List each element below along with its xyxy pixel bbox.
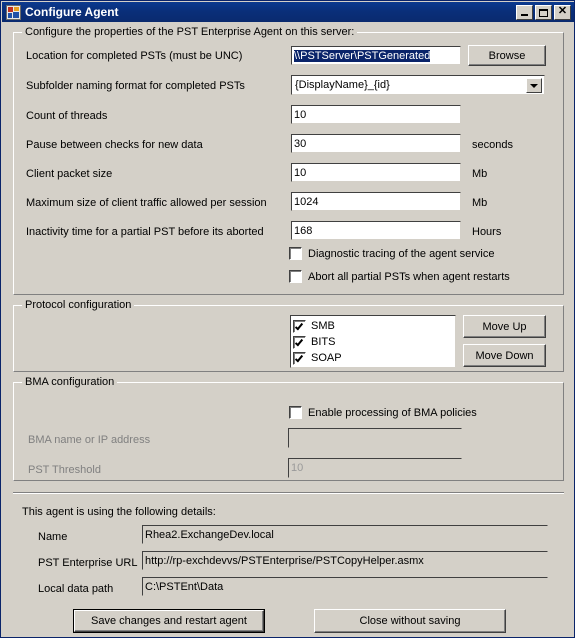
- window-title: Configure Agent: [25, 5, 119, 19]
- abort-partial-psts-checkbox-row[interactable]: Abort all partial PSTs when agent restar…: [289, 270, 510, 283]
- move-up-button-label: Move Up: [482, 320, 527, 333]
- max-client-traffic-input[interactable]: 1024: [291, 192, 461, 211]
- configure-agent-window: Configure Agent ✕ Configure the properti…: [0, 0, 575, 638]
- chevron-down-icon[interactable]: [526, 78, 542, 93]
- application-form-icon: [6, 4, 21, 20]
- label-location: Location for completed PSTs (must be UNC…: [26, 50, 243, 62]
- protocol-list[interactable]: SMB BITS SOAP: [290, 315, 456, 368]
- close-button[interactable]: ✕: [554, 4, 571, 20]
- local-data-path-field: C:\PSTEnt\Data: [142, 577, 548, 596]
- enable-bma-policies-checkbox-row[interactable]: Enable processing of BMA policies: [289, 406, 477, 419]
- label-pst-enterprise-url: PST Enterprise URL: [38, 557, 138, 569]
- label-pst-threshold: PST Threshold: [28, 464, 101, 476]
- max-client-traffic-value: 1024: [294, 196, 319, 208]
- local-data-path-value: C:\PSTEnt\Data: [145, 581, 224, 593]
- label-subfolder-format: Subfolder naming format for completed PS…: [26, 80, 245, 92]
- unit-seconds: seconds: [472, 139, 513, 151]
- list-item[interactable]: SMB: [293, 318, 453, 334]
- save-changes-button-label: Save changes and restart agent: [91, 615, 247, 627]
- maximize-button[interactable]: [535, 4, 552, 20]
- label-local-data-path: Local data path: [38, 583, 114, 595]
- list-item[interactable]: BITS: [293, 334, 453, 350]
- label-pause-between-checks: Pause between checks for new data: [26, 139, 203, 151]
- protocol-smb-label: SMB: [311, 320, 335, 332]
- minimize-button[interactable]: [516, 4, 533, 20]
- label-agent-name: Name: [38, 531, 68, 543]
- location-input-value: \\PSTServer\PSTGenerated: [294, 50, 431, 62]
- unit-mb-traffic: Mb: [472, 197, 488, 209]
- protocol-bits-checkbox[interactable]: [293, 335, 306, 349]
- bma-configuration-legend: BMA configuration: [22, 376, 118, 388]
- client-area: Configure the properties of the PST Ente…: [2, 22, 574, 637]
- thread-count-value: 10: [294, 109, 307, 121]
- protocol-bits-label: BITS: [311, 336, 336, 348]
- browse-button-label: Browse: [488, 49, 526, 62]
- agent-name-field: Rhea2.ExchangeDev.local: [142, 525, 548, 544]
- client-packet-size-input[interactable]: 10: [291, 163, 461, 182]
- diagnostic-tracing-checkbox[interactable]: [289, 247, 302, 260]
- unit-mb-packet: Mb: [472, 168, 488, 180]
- label-max-client-traffic: Maximum size of client traffic allowed p…: [26, 197, 267, 209]
- label-bma-name: BMA name or IP address: [28, 434, 151, 446]
- save-changes-button[interactable]: Save changes and restart agent: [73, 609, 265, 633]
- protocol-soap-checkbox[interactable]: [293, 351, 306, 365]
- enable-bma-policies-checkbox[interactable]: [289, 406, 302, 419]
- title-bar[interactable]: Configure Agent ✕: [2, 2, 574, 22]
- window-controls: ✕: [516, 4, 573, 20]
- close-without-saving-button-label: Close without saving: [359, 615, 461, 627]
- inactivity-time-input[interactable]: 168: [291, 221, 461, 240]
- subfolder-format-combobox[interactable]: {DisplayName}_{id}: [291, 75, 545, 95]
- pst-threshold-input[interactable]: 10: [288, 458, 462, 478]
- inactivity-time-value: 168: [294, 225, 313, 237]
- unit-hours: Hours: [472, 226, 502, 238]
- details-separator: [13, 492, 564, 494]
- thread-count-input[interactable]: 10: [291, 105, 461, 124]
- label-thread-count: Count of threads: [26, 110, 108, 122]
- pause-between-checks-value: 30: [294, 138, 307, 150]
- pst-enterprise-url-value: http://rp-exchdevvs/PSTEnterprise/PSTCop…: [145, 555, 424, 567]
- label-inactivity-time: Inactivity time for a partial PST before…: [26, 226, 264, 238]
- subfolder-format-value: {DisplayName}_{id}: [295, 79, 390, 91]
- pst-threshold-value: 10: [291, 462, 304, 474]
- close-without-saving-button[interactable]: Close without saving: [314, 609, 506, 633]
- move-down-button-label: Move Down: [475, 349, 534, 362]
- protocol-smb-checkbox[interactable]: [293, 319, 306, 333]
- browse-button[interactable]: Browse: [468, 45, 546, 66]
- pause-between-checks-input[interactable]: 30: [291, 134, 461, 153]
- pst-enterprise-url-field: http://rp-exchdevvs/PSTEnterprise/PSTCop…: [142, 551, 548, 570]
- abort-partial-psts-label: Abort all partial PSTs when agent restar…: [308, 270, 510, 283]
- client-packet-size-value: 10: [294, 167, 307, 179]
- move-down-button[interactable]: Move Down: [463, 344, 546, 367]
- details-heading: This agent is using the following detail…: [22, 506, 216, 518]
- abort-partial-psts-checkbox[interactable]: [289, 270, 302, 283]
- location-input[interactable]: \\PSTServer\PSTGenerated: [291, 46, 461, 65]
- main-settings-legend: Configure the properties of the PST Ente…: [22, 26, 358, 38]
- protocol-soap-label: SOAP: [311, 352, 342, 364]
- bma-name-input[interactable]: [288, 428, 462, 448]
- list-item[interactable]: SOAP: [293, 350, 453, 366]
- agent-name-value: Rhea2.ExchangeDev.local: [145, 529, 274, 541]
- move-up-button[interactable]: Move Up: [463, 315, 546, 338]
- diagnostic-tracing-label: Diagnostic tracing of the agent service: [308, 247, 495, 260]
- protocol-configuration-legend: Protocol configuration: [22, 299, 135, 311]
- diagnostic-tracing-checkbox-row[interactable]: Diagnostic tracing of the agent service: [289, 247, 495, 260]
- enable-bma-policies-label: Enable processing of BMA policies: [308, 406, 477, 419]
- label-client-packet-size: Client packet size: [26, 168, 113, 180]
